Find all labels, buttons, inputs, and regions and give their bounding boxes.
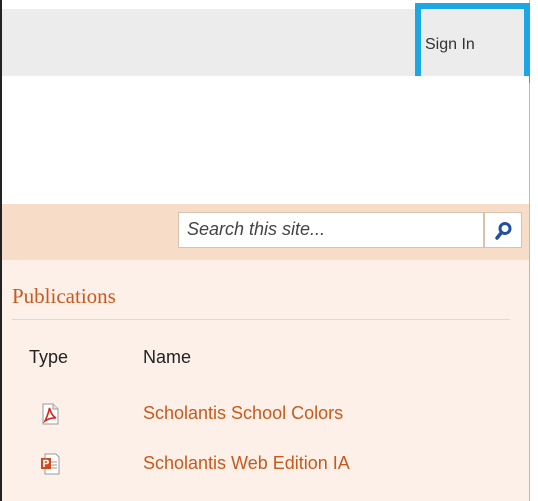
column-header-name: Name: [143, 347, 192, 367]
search-box: [178, 212, 484, 248]
document-link[interactable]: Scholantis Web Edition IA: [143, 453, 350, 474]
search-icon: [495, 222, 512, 240]
search-input[interactable]: [187, 219, 477, 240]
document-link[interactable]: Scholantis School Colors: [143, 403, 343, 424]
divider: [12, 319, 510, 320]
column-header-type: Type: [29, 347, 69, 367]
publications-panel: Publications Type Name Scholantis School…: [2, 260, 529, 501]
banner-area: [2, 76, 529, 204]
publications-title: Publications: [12, 284, 116, 308]
powerpoint-file-icon[interactable]: [40, 453, 60, 475]
pdf-file-icon[interactable]: [40, 403, 60, 425]
search-button[interactable]: [484, 212, 522, 248]
sign-in-highlight: [415, 3, 530, 83]
search-bar: [2, 204, 529, 260]
